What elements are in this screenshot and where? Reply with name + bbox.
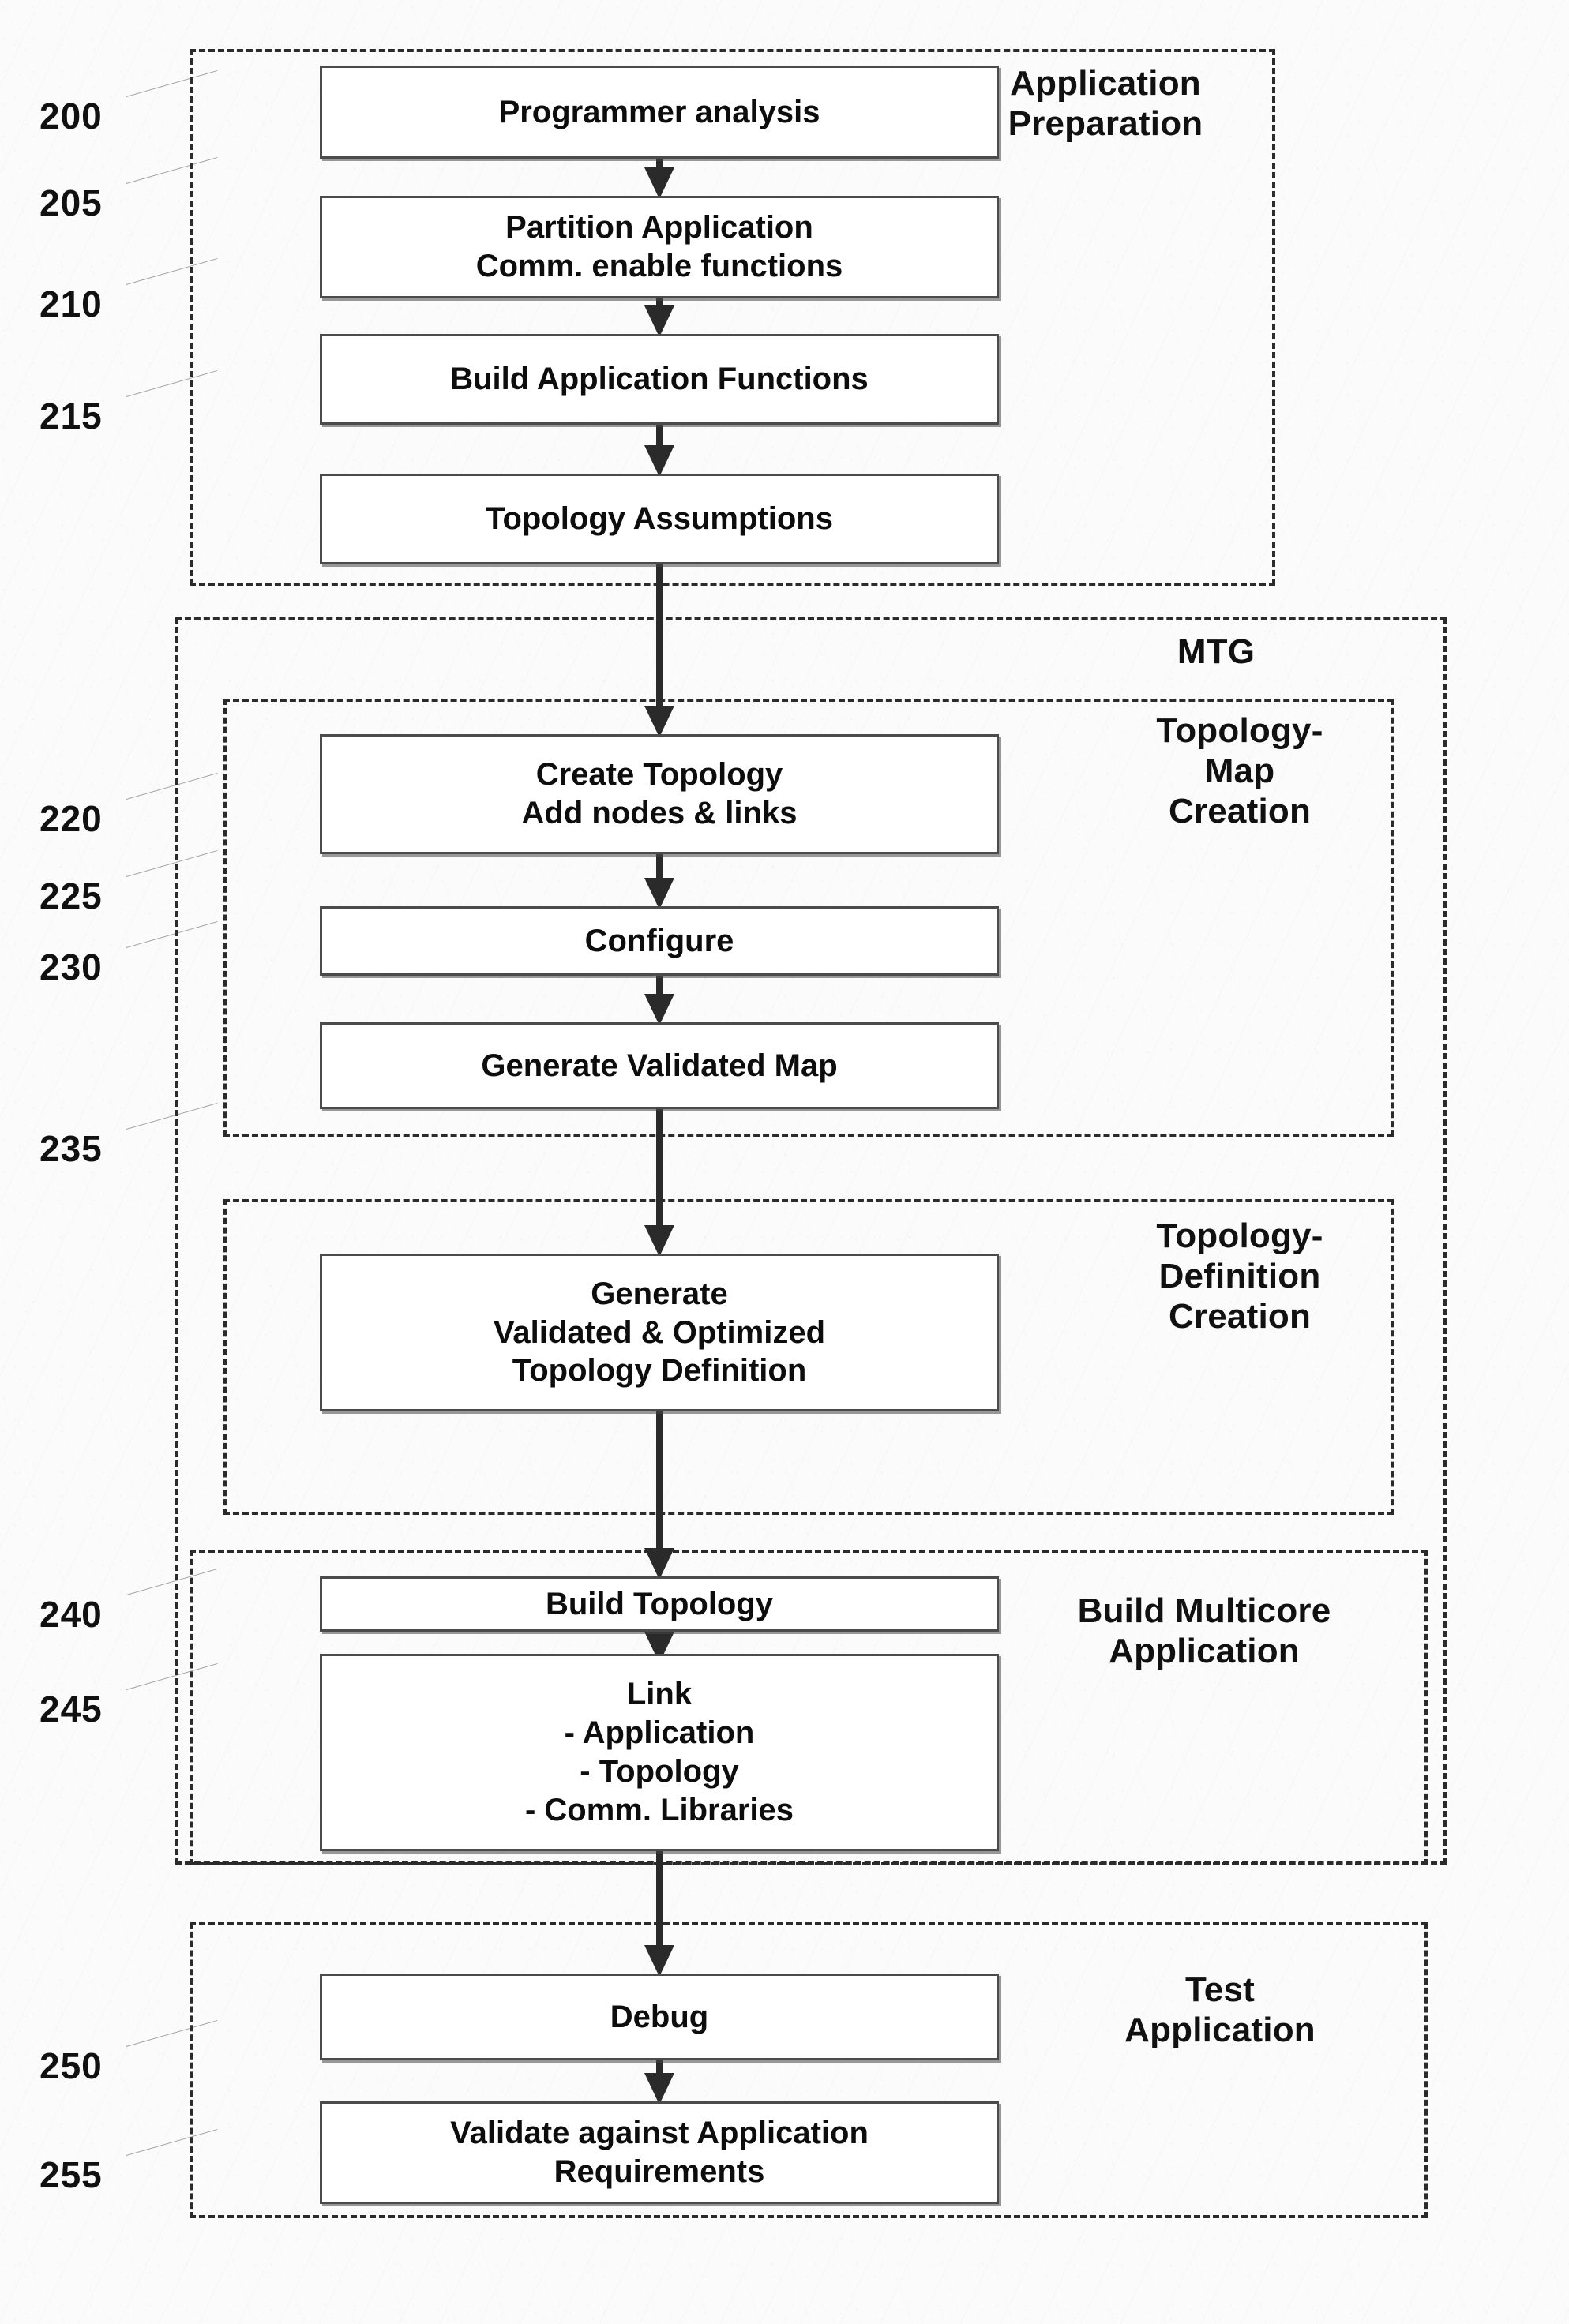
process-box-line: Create Topology: [535, 757, 783, 793]
group-label-topology-definition-creation: Topology- Definition Creation: [1090, 1216, 1390, 1336]
reference-numeral-205: 205: [39, 182, 103, 223]
arrow-shaft: [655, 1851, 663, 1945]
group-label-line: MTG: [1177, 632, 1256, 671]
process-box-line: Validate against Application: [450, 2116, 869, 2151]
arrow-shaft: [655, 1411, 663, 1548]
process-box-configure: Configure: [320, 906, 999, 976]
group-label-line: Topology-: [1156, 1216, 1323, 1255]
reference-numeral-220: 220: [39, 798, 103, 839]
process-box-line: Add nodes & links: [521, 796, 798, 830]
reference-numeral-245: 245: [39, 1689, 103, 1730]
arrow-shaft: [655, 854, 663, 878]
process-box-line: Validated & Optimized: [493, 1314, 826, 1350]
reference-numeral-230: 230: [39, 946, 103, 988]
group-label-line: Definition: [1158, 1257, 1321, 1296]
process-box-line: Comm. enable functions: [475, 249, 843, 283]
reference-numeral-235: 235: [39, 1128, 103, 1169]
process-box-line: - Topology: [580, 1754, 739, 1789]
arrow-shaft: [655, 564, 663, 706]
process-box-line: Generate Validated Map: [481, 1048, 838, 1083]
process-box-programmer-analysis: Programmer analysis: [320, 66, 999, 159]
process-box-line: Requirements: [554, 2154, 765, 2189]
group-label-line: Application: [1124, 2011, 1316, 2050]
arrow-shaft: [655, 425, 663, 445]
arrow-shaft: [655, 1109, 663, 1225]
group-label-line: Creation: [1168, 1297, 1312, 1336]
reference-numeral-210: 210: [39, 283, 103, 324]
process-box-build-application-functions: Build Application Functions: [320, 334, 999, 425]
arrow-head: [644, 445, 674, 477]
arrow-shaft: [655, 298, 663, 305]
arrow-shaft: [655, 2060, 663, 2073]
process-box-debug: Debug: [320, 1974, 999, 2060]
arrow-head: [644, 1945, 674, 1977]
group-label-line: Application: [1010, 64, 1201, 103]
group-label-application-preparation: Application Preparation: [959, 63, 1252, 144]
process-box-line: Generate: [591, 1276, 728, 1311]
arrow-head: [644, 1225, 674, 1257]
group-label-topology-map-creation: Topology- Map Creation: [1105, 710, 1374, 831]
group-label-line: Topology-: [1156, 711, 1323, 750]
reference-numeral-255: 255: [39, 2154, 103, 2195]
process-box-generate-validated-optimized-topology-definition: Generate Validated & Optimized Topology De…: [320, 1254, 999, 1411]
arrow-head: [644, 2073, 674, 2105]
process-box-line: Build Application Functions: [450, 362, 869, 397]
arrow-head: [644, 305, 674, 337]
reference-numeral-250: 250: [39, 2045, 103, 2086]
process-box-line: - Application: [564, 1715, 755, 1751]
group-label-mtg: MTG: [1121, 632, 1311, 672]
group-label-line: Creation: [1168, 792, 1312, 831]
process-box-line: Link: [626, 1677, 693, 1712]
process-box-line: - Comm. Libraries: [524, 1792, 794, 1827]
reference-numeral-200: 200: [39, 96, 103, 137]
process-box-line: Programmer analysis: [498, 94, 820, 129]
arrow-shaft: [655, 159, 663, 167]
process-box-line: Debug: [610, 1999, 709, 2034]
group-label-line: Application: [1109, 1632, 1300, 1671]
process-box-line: Configure: [584, 923, 734, 958]
process-box-line: Build Topology: [545, 1586, 774, 1621]
process-box-line: Topology Assumptions: [486, 501, 833, 537]
process-box-topology-assumptions: Topology Assumptions: [320, 474, 999, 564]
reference-numeral-240: 240: [39, 1594, 103, 1635]
reference-numeral-215: 215: [39, 395, 103, 437]
arrow-shaft: [655, 976, 663, 994]
arrow-head: [644, 994, 674, 1025]
group-label-test-application: Test Application: [1050, 1970, 1390, 2050]
group-label-line: Test: [1184, 1970, 1255, 2009]
process-box-line: Partition Application: [505, 210, 813, 246]
process-box-link: Link - Application - Topology - Comm. Libra…: [320, 1654, 999, 1851]
arrow-head: [644, 1548, 674, 1580]
group-label-line: Map: [1204, 752, 1275, 791]
process-box-validate-against-application-requirements: Validate against Application Requirements: [320, 2101, 999, 2204]
process-box-generate-validated-map: Generate Validated Map: [320, 1022, 999, 1109]
arrow-head: [644, 706, 674, 737]
reference-numeral-225: 225: [39, 875, 103, 916]
arrow-head: [644, 167, 674, 199]
group-label-line: Build Multicore: [1077, 1591, 1331, 1630]
process-box-build-topology: Build Topology: [320, 1576, 999, 1632]
group-label-line: Preparation: [1008, 104, 1203, 144]
process-box-create-topology: Create Topology Add nodes & links: [320, 734, 999, 854]
arrow-head: [644, 878, 674, 909]
group-label-build-multicore-application: Build Multicore Application: [999, 1591, 1409, 1671]
process-box-partition-application: Partition Application Comm. enable functi…: [320, 196, 999, 298]
figure-canvas: Application Preparation MTG Topology- Map Cre…: [0, 0, 1569, 2324]
process-box-line: Topology Definition: [512, 1353, 807, 1389]
